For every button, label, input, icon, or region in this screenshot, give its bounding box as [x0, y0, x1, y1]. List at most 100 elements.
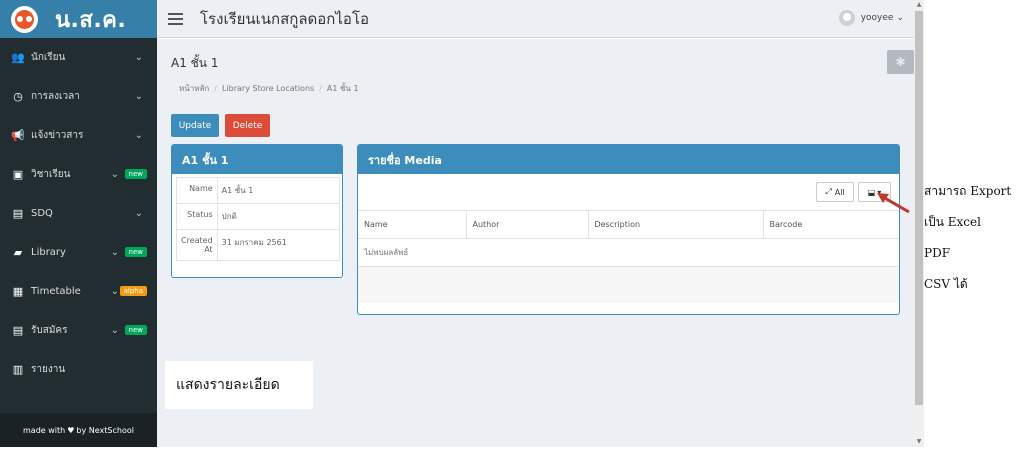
detail-row-status: Status ปกติ	[176, 203, 341, 230]
column-header-author[interactable]: Author	[466, 210, 589, 239]
column-header-description[interactable]: Description	[588, 210, 764, 239]
table-row: ไม่พบผลลัพธ์	[358, 238, 899, 267]
scroll-down-icon[interactable]: ▼	[915, 438, 923, 446]
app-window: น.ส.ค. 👥 นักเรียน ⌄ ◷ การลงเวลา ⌄ 📢 แจ้ง…	[0, 0, 1030, 465]
export-note-line: CSV ได้	[924, 277, 968, 291]
form-icon: ▤	[12, 324, 24, 337]
owl-logo-icon	[11, 5, 38, 33]
heart-icon: ♥	[67, 425, 75, 435]
sidebar-item-label: SDQ	[31, 208, 53, 219]
hamburger-menu-icon[interactable]	[168, 10, 183, 28]
empty-result-text: ไม่พบผลลัพธ์	[358, 238, 899, 267]
chevron-down-icon: ⌄	[134, 130, 143, 141]
scrollbar-thumb[interactable]	[915, 11, 923, 405]
sidebar-item-subjects[interactable]: ▣ วิชาเรียน ⌄ new	[0, 155, 157, 194]
new-badge: new	[124, 325, 147, 335]
sidebar-item-news[interactable]: 📢 แจ้งข่าวสาร ⌄	[0, 116, 157, 155]
sidebar-item-label: การลงเวลา	[31, 91, 80, 102]
alpha-badge: alpha	[119, 286, 147, 296]
detail-key: Status	[176, 203, 218, 230]
bottom-strip	[0, 447, 924, 465]
sidebar-item-admission[interactable]: ▤ รับสมัคร ⌄ new	[0, 311, 157, 350]
scroll-up-icon[interactable]: ▲	[915, 1, 923, 9]
arrow-icon	[877, 193, 910, 214]
sidebar-footer: made with ♥ by NextSchool	[0, 413, 157, 447]
sidebar-item-timetable[interactable]: ▦ Timetable ⌄ alpha	[0, 272, 157, 311]
bullhorn-icon: 📢	[11, 129, 25, 142]
sidebar-item-label: Timetable	[31, 286, 81, 297]
breadcrumb-separator: /	[214, 84, 217, 93]
detail-value: ปกติ	[216, 203, 341, 230]
sidebar-item-sdq[interactable]: ▤ SDQ ⌄	[0, 194, 157, 233]
logo-bar[interactable]: น.ส.ค.	[0, 0, 157, 38]
media-table: Name Author Description Barcode ไม่พบผลล…	[358, 210, 899, 267]
sidebar-item-label: นักเรียน	[31, 52, 66, 63]
top-header: โรงเรียนเนกสกูลดอกไอโอ yooyee ⌄	[157, 0, 914, 38]
clock-icon: ◷	[13, 90, 23, 103]
detail-panel: A1 ชั้น 1 Name A1 ชั้น 1 Status ปกติ Cre…	[171, 144, 343, 278]
expand-icon: ⤢	[825, 187, 832, 196]
sidebar-item-students[interactable]: 👥 นักเรียน ⌄	[0, 38, 157, 77]
gear-icon: ✱	[895, 55, 906, 69]
chevron-down-icon: ⌄	[110, 169, 119, 180]
breadcrumb-home[interactable]: หน้าหลัก	[179, 82, 209, 95]
media-toolbar: ⤢ All ⬓ ▾	[358, 174, 899, 210]
show-all-button[interactable]: ⤢ All	[816, 182, 854, 202]
new-badge: new	[124, 247, 147, 257]
detail-panel-title: A1 ชั้น 1	[172, 145, 342, 174]
school-name: โรงเรียนเนกสกูลดอกไอโอ	[200, 9, 370, 28]
sidebar-item-reports[interactable]: ▥ รายงาน	[0, 350, 157, 389]
table-header-row: Name Author Description Barcode	[358, 210, 899, 239]
chevron-down-icon: ⌄	[110, 286, 119, 297]
column-header-barcode[interactable]: Barcode	[763, 210, 899, 239]
book-icon: ▰	[13, 246, 23, 259]
vertical-scrollbar[interactable]: ▲ ▼	[914, 0, 924, 447]
sidebar-item-attendance[interactable]: ◷ การลงเวลา ⌄	[0, 77, 157, 116]
user-name: yooyee	[860, 13, 894, 23]
export-annotation: สามารถ Export เป็น Excel PDF CSV ได้	[924, 176, 1011, 300]
clipboard-icon: ▤	[12, 207, 24, 220]
table-icon: ▦	[12, 285, 24, 298]
user-menu[interactable]: yooyee ⌄	[838, 10, 904, 26]
calendar-icon: ▣	[12, 168, 24, 181]
detail-value: A1 ชั้น 1	[216, 177, 341, 204]
sidebar-menu: 👥 นักเรียน ⌄ ◷ การลงเวลา ⌄ 📢 แจ้งข่าวสาร…	[0, 38, 157, 389]
chevron-down-icon: ⌄	[134, 52, 143, 63]
media-panel: รายชื่อ Media ⤢ All ⬓ ▾ Name Author Desc…	[357, 144, 900, 315]
breadcrumb: หน้าหลัก / Library Store Locations / A1 …	[171, 80, 901, 97]
export-note-line: เป็น Excel	[924, 215, 981, 229]
chevron-down-icon: ⌄	[110, 247, 119, 258]
sidebar: น.ส.ค. 👥 นักเรียน ⌄ ◷ การลงเวลา ⌄ 📢 แจ้ง…	[0, 0, 157, 447]
detail-key: Name	[176, 177, 218, 204]
breadcrumb-current: A1 ชั้น 1	[326, 84, 359, 93]
settings-button[interactable]: ✱	[887, 50, 914, 74]
users-icon: 👥	[11, 51, 25, 64]
footer-prefix: made with	[23, 425, 66, 435]
detail-row-created-at: Created At 31 มกราคม 2561	[176, 229, 341, 261]
footer-suffix: by NextSchool	[76, 425, 134, 435]
media-panel-title: รายชื่อ Media	[358, 145, 899, 174]
sidebar-item-label: วิชาเรียน	[31, 169, 71, 180]
page-title: A1 ชั้น 1	[171, 56, 219, 70]
detail-annotation: แสดงรายละเอียด	[165, 361, 313, 409]
sidebar-item-label: แจ้งข่าวสาร	[31, 130, 84, 141]
logo-text: น.ส.ค.	[55, 7, 127, 33]
avatar	[838, 10, 855, 26]
media-panel-footer	[358, 267, 899, 303]
chevron-down-icon: ⌄	[896, 13, 904, 23]
export-note-line: สามารถ Export	[924, 184, 1012, 198]
detail-key: Created At	[176, 229, 218, 261]
show-all-label: All	[834, 187, 845, 197]
detail-table: Name A1 ชั้น 1 Status ปกติ Created At 31…	[176, 177, 341, 261]
sidebar-item-label: Library	[31, 247, 66, 258]
update-button[interactable]: Update	[171, 114, 219, 137]
delete-button[interactable]: Delete	[225, 114, 270, 137]
bar-chart-icon: ▥	[12, 363, 24, 376]
chevron-down-icon: ⌄	[134, 91, 143, 102]
sidebar-item-library[interactable]: ▰ Library ⌄ new	[0, 233, 157, 272]
chevron-down-icon: ⌄	[110, 325, 119, 336]
column-header-name[interactable]: Name	[358, 210, 467, 239]
sidebar-item-label: รายงาน	[31, 364, 66, 375]
breadcrumb-library-store-locations[interactable]: Library Store Locations	[222, 84, 314, 93]
detail-row-name: Name A1 ชั้น 1	[176, 177, 341, 204]
